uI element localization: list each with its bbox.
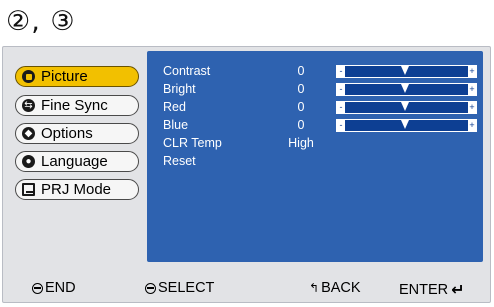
- slider-thumb[interactable]: [401, 102, 410, 111]
- setting-row-blue[interactable]: Blue 0 - +: [147, 117, 483, 133]
- menu-item-prj-mode[interactable]: PRJ Mode: [15, 179, 139, 200]
- menu-item-fine-sync[interactable]: ⇆ Fine Sync: [15, 95, 139, 116]
- slider-thumb[interactable]: [401, 84, 410, 93]
- slider-thumb[interactable]: [401, 120, 410, 129]
- setting-row-red[interactable]: Red 0 - +: [147, 99, 483, 115]
- slider-minus: -: [337, 84, 345, 95]
- slider-minus: -: [337, 66, 345, 77]
- menu-item-label: Language: [41, 153, 108, 170]
- bright-slider[interactable]: - +: [336, 83, 477, 96]
- setting-row-contrast[interactable]: Contrast 0 - +: [147, 63, 483, 79]
- red-slider[interactable]: - +: [336, 101, 477, 114]
- setting-label: CLR Temp: [163, 136, 222, 150]
- menu-item-label: PRJ Mode: [41, 181, 112, 198]
- back-hint: ↰ BACK: [309, 280, 361, 296]
- enter-return-icon: ↵: [451, 282, 465, 299]
- select-key-icon: [145, 282, 156, 294]
- end-key-icon: [32, 282, 43, 294]
- back-arrow-icon: ↰: [309, 281, 320, 295]
- end-hint: END: [32, 280, 76, 296]
- menu-item-options[interactable]: ◆ Options: [15, 123, 139, 144]
- setting-label: Reset: [163, 154, 196, 168]
- slider-plus: +: [468, 102, 476, 113]
- menu-item-language[interactable]: ● Language: [15, 151, 139, 172]
- setting-value: High: [288, 136, 314, 150]
- select-label: SELECT: [158, 280, 215, 296]
- contrast-slider[interactable]: - +: [336, 65, 477, 78]
- end-label: END: [45, 280, 76, 296]
- key-guide-bar: END SELECT ↰ BACK ENTER ↵: [3, 276, 490, 302]
- options-icon: ◆: [22, 127, 35, 140]
- setting-label: Blue: [163, 118, 189, 132]
- setting-label: Contrast: [163, 64, 211, 78]
- fine-sync-icon: ⇆: [22, 99, 35, 112]
- slider-thumb[interactable]: [401, 66, 410, 75]
- slider-minus: -: [337, 120, 345, 131]
- setting-value: 0: [297, 118, 305, 132]
- setting-row-reset[interactable]: Reset: [147, 153, 483, 169]
- menu-item-picture[interactable]: Picture: [15, 66, 139, 87]
- menu-item-label: Options: [41, 125, 93, 142]
- side-menu: Picture ⇆ Fine Sync ◆ Options ● Language…: [3, 47, 149, 262]
- blue-slider[interactable]: - +: [336, 119, 477, 132]
- back-label: BACK: [321, 280, 361, 296]
- setting-row-clr-temp[interactable]: CLR Temp High: [147, 135, 483, 151]
- enter-hint: ENTER ↵: [399, 280, 467, 300]
- setting-value: 0: [297, 64, 305, 78]
- slider-minus: -: [337, 102, 345, 113]
- osd-menu: Picture ⇆ Fine Sync ◆ Options ● Language…: [2, 46, 491, 303]
- slider-plus: +: [468, 84, 476, 95]
- picture-settings-panel: Contrast 0 - + Bright 0 - + Red 0 - + Bl…: [147, 51, 483, 262]
- slider-plus: +: [468, 120, 476, 131]
- setting-value: 0: [297, 82, 305, 96]
- step-heading: ②, ③: [6, 6, 76, 37]
- menu-item-label: Fine Sync: [41, 97, 108, 114]
- select-hint: SELECT: [145, 280, 214, 296]
- setting-value: 0: [297, 100, 305, 114]
- setting-label: Red: [163, 100, 186, 114]
- prj-mode-icon: [22, 183, 35, 196]
- setting-label: Bright: [163, 82, 196, 96]
- slider-plus: +: [468, 66, 476, 77]
- language-icon: ●: [22, 155, 35, 168]
- setting-row-bright[interactable]: Bright 0 - +: [147, 81, 483, 97]
- menu-item-label: Picture: [41, 68, 88, 85]
- enter-label: ENTER: [399, 282, 449, 298]
- picture-icon: [22, 70, 35, 83]
